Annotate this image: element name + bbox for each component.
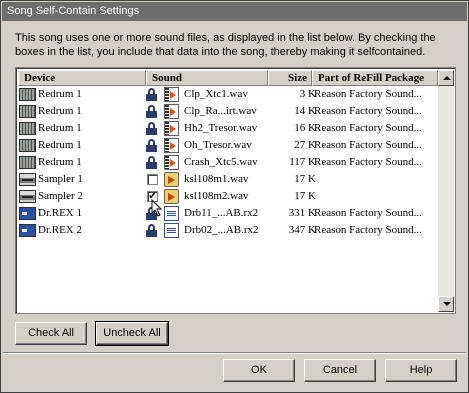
refill-package: Reason Factory Sound... bbox=[314, 224, 422, 236]
column-header-device[interactable]: Device bbox=[18, 70, 146, 86]
redrum-icon bbox=[19, 122, 36, 135]
audio-file-icon bbox=[164, 172, 179, 187]
audio-file-icon bbox=[164, 104, 179, 119]
drrex-icon bbox=[19, 224, 36, 237]
device-name: Dr.REX 1 bbox=[38, 207, 82, 219]
refill-package bbox=[314, 171, 438, 188]
column-header-sound[interactable]: Sound bbox=[146, 70, 268, 86]
rex-file-icon bbox=[164, 223, 179, 238]
refill-package: Reason Factory Sound... bbox=[314, 207, 422, 219]
scroll-up-arrow-icon[interactable] bbox=[438, 70, 454, 86]
check-all-button[interactable]: Check All bbox=[15, 322, 87, 345]
description-text: This song uses one or more sound files, … bbox=[15, 32, 436, 58]
device-name: Sampler 1 bbox=[38, 173, 83, 185]
file-size: 16 K bbox=[294, 122, 316, 134]
file-size: 3 K bbox=[299, 88, 316, 100]
file-size: 117 K bbox=[289, 156, 316, 168]
sound-file-name: ksl108m2.wav bbox=[184, 190, 249, 202]
refill-package: Reason Factory Sound... bbox=[314, 105, 422, 117]
table-row[interactable]: Redrum 1 Clp_Ra...irt.wav 14 K Reason Facto… bbox=[18, 103, 438, 120]
sound-file-name: Hh2_Tresor.wav bbox=[184, 122, 258, 134]
file-size: 331 K bbox=[288, 207, 316, 219]
column-header-package-label: Part of ReFill Package bbox=[318, 72, 424, 84]
drrex-icon bbox=[19, 207, 36, 220]
table-row[interactable]: Sampler 2 ✔ ksl108m2.wav 17 K bbox=[18, 188, 438, 205]
sound-file-name: Drb02_...AB.rx2 bbox=[184, 224, 259, 236]
sound-file-name: Clp_Ra...irt.wav bbox=[184, 105, 257, 117]
sound-file-name: Drb11_...AB.rx2 bbox=[184, 207, 259, 219]
lock-icon bbox=[146, 122, 157, 135]
column-header-device-label: Device bbox=[24, 72, 56, 84]
list-rows: Redrum 1 Clp_Xtc1.wav 3 K Reason Factory So… bbox=[18, 86, 438, 239]
uncheck-all-button[interactable]: Uncheck All bbox=[95, 321, 169, 346]
lock-icon bbox=[146, 105, 157, 118]
device-name: Dr.REX 2 bbox=[38, 224, 82, 236]
device-name: Redrum 1 bbox=[38, 156, 82, 168]
table-row[interactable]: Sampler 1 ksl108m1.wav 17 K bbox=[18, 171, 438, 188]
refill-package: Reason Factory Sound... bbox=[314, 122, 422, 134]
table-row[interactable]: Redrum 1 Hh2_Tresor.wav 16 K Reason Factory… bbox=[18, 120, 438, 137]
sound-file-name: Clp_Xtc1.wav bbox=[184, 88, 248, 100]
lock-icon bbox=[146, 156, 157, 169]
window-title: Song Self-Contain Settings bbox=[7, 5, 140, 17]
redrum-icon bbox=[19, 105, 36, 118]
sampler-icon bbox=[19, 190, 36, 203]
device-name: Redrum 1 bbox=[38, 122, 82, 134]
device-name: Redrum 1 bbox=[38, 139, 82, 151]
mouse-cursor-icon bbox=[151, 199, 163, 217]
sound-file-name: Crash_Xtc5.wav bbox=[184, 156, 258, 168]
table-row[interactable]: Dr.REX 2 Drb02_...AB.rx2 347 K Reason Facto… bbox=[18, 222, 438, 239]
file-size: 27 K bbox=[294, 139, 316, 151]
file-size: 14 K bbox=[294, 105, 316, 117]
vertical-scrollbar[interactable] bbox=[438, 70, 454, 312]
file-size: 17 K bbox=[294, 190, 316, 202]
rex-file-icon bbox=[164, 206, 179, 221]
sampler-icon bbox=[19, 173, 36, 186]
refill-package: Reason Factory Sound... bbox=[314, 88, 422, 100]
table-row[interactable]: Dr.REX 1 Drb11_...AB.rx2 331 K Reason Facto… bbox=[18, 205, 438, 222]
file-size: 347 K bbox=[288, 224, 316, 236]
redrum-icon bbox=[19, 139, 36, 152]
refill-package: Reason Factory Sound... bbox=[314, 139, 422, 151]
device-name: Redrum 1 bbox=[38, 105, 82, 117]
lock-icon bbox=[146, 224, 157, 237]
dialog-window: Song Self-Contain Settings This song use… bbox=[0, 0, 469, 393]
audio-file-icon bbox=[164, 121, 179, 136]
audio-file-icon bbox=[164, 87, 179, 102]
scroll-down-arrow-icon[interactable] bbox=[438, 296, 454, 312]
title-bar[interactable]: Song Self-Contain Settings bbox=[2, 2, 467, 21]
sound-file-name: ksl108m1.wav bbox=[184, 173, 249, 185]
column-header-size-label: Size bbox=[288, 72, 307, 84]
column-header-sound-label: Sound bbox=[152, 72, 182, 84]
audio-file-icon bbox=[164, 155, 179, 170]
cancel-button[interactable]: Cancel bbox=[304, 359, 376, 382]
table-row[interactable]: Redrum 1 Oh_Tresor.wav 27 K Reason Factory … bbox=[18, 137, 438, 154]
lock-icon bbox=[146, 139, 157, 152]
include-checkbox[interactable] bbox=[147, 174, 158, 185]
redrum-icon bbox=[19, 156, 36, 169]
divider bbox=[3, 352, 466, 354]
audio-file-icon bbox=[164, 189, 179, 204]
audio-file-icon bbox=[164, 138, 179, 153]
table-row[interactable]: Redrum 1 Crash_Xtc5.wav 117 K Reason Factor… bbox=[18, 154, 438, 171]
ok-button[interactable]: OK bbox=[223, 359, 295, 382]
table-row[interactable]: Redrum 1 Clp_Xtc1.wav 3 K Reason Factory So… bbox=[18, 86, 438, 103]
redrum-icon bbox=[19, 88, 36, 101]
lock-icon bbox=[146, 88, 157, 101]
column-header-size[interactable]: Size bbox=[268, 70, 312, 86]
device-name: Sampler 2 bbox=[38, 190, 83, 202]
refill-package bbox=[314, 188, 438, 205]
sound-file-name: Oh_Tresor.wav bbox=[184, 139, 252, 151]
device-name: Redrum 1 bbox=[38, 88, 82, 100]
sound-file-list[interactable]: Device Sound Size Part of ReFill Package… bbox=[15, 67, 456, 314]
refill-package: Reason Factory Sound... bbox=[314, 156, 422, 168]
column-header-package[interactable]: Part of ReFill Package bbox=[312, 70, 438, 86]
file-size: 17 K bbox=[294, 173, 316, 185]
help-button[interactable]: Help bbox=[385, 359, 457, 382]
